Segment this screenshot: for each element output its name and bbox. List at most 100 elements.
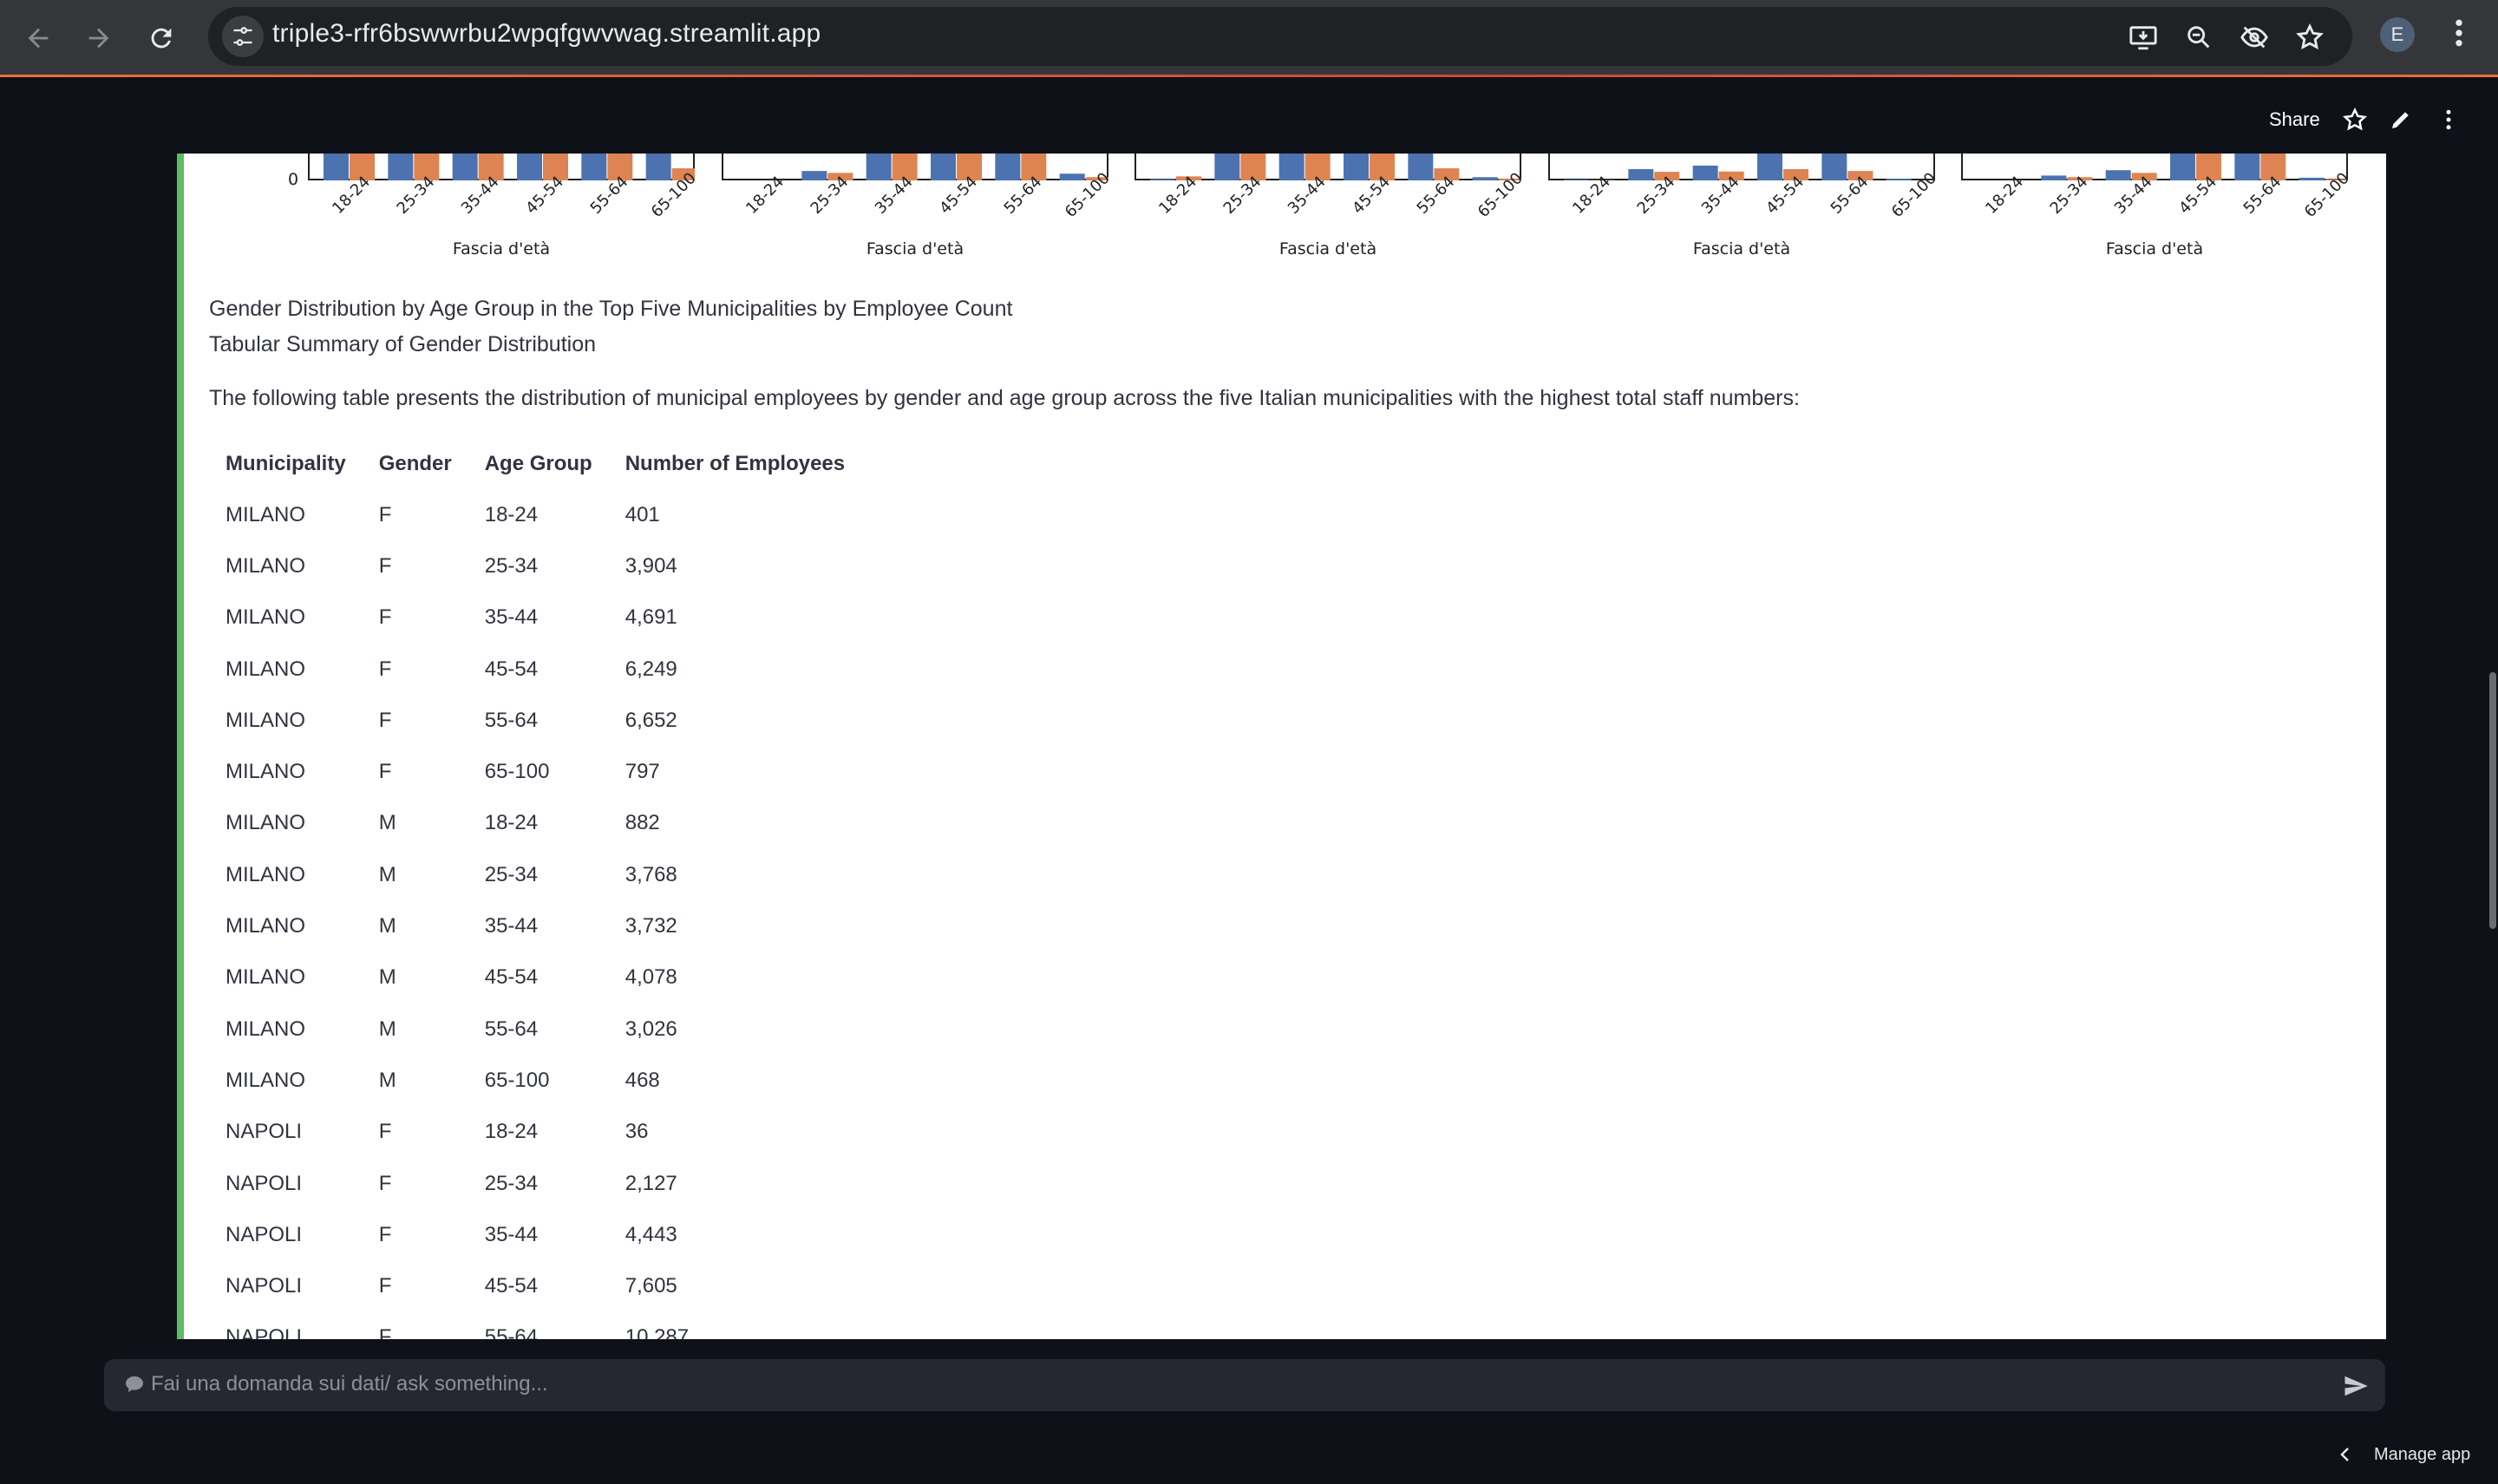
bar-series-a: [388, 154, 414, 180]
eye-off-icon[interactable]: [2240, 23, 2269, 52]
bar-series-a: [931, 154, 956, 180]
edit-pencil-icon[interactable]: [2388, 107, 2414, 133]
send-icon[interactable]: [2342, 1373, 2370, 1399]
section-subheading: Tabular Summary of Gender Distribution: [209, 332, 597, 356]
table-header-row: Municipality Gender Age Group Number of …: [209, 438, 861, 489]
table-cell: 35-44: [484, 605, 539, 630]
bar-series-a: [1821, 154, 1847, 180]
x-axis-label: Fascia d'età: [1278, 239, 1377, 258]
table-row: NAPOLI F 35-44 4,443: [209, 1209, 861, 1260]
chart-bars: 18-24 25-34 35-44 45-54 55-64 65-100: [1564, 154, 1935, 221]
table-row: MILANO F 18-24 401: [209, 489, 861, 540]
table-cell: NAPOLI: [226, 1171, 303, 1195]
table-cell: MILANO: [226, 605, 306, 630]
speech-bubble-icon: [126, 1376, 143, 1393]
chart-bars: 18-24 25-34 35-44 45-54 55-64 65-100: [1150, 154, 1521, 221]
x-tick-label: 18-24: [1982, 173, 2027, 218]
card-accent-bar: [177, 154, 184, 1339]
table-cell: 10,287: [624, 1325, 690, 1339]
bar-series-a: [1344, 154, 1369, 180]
install-app-icon[interactable]: [2129, 23, 2158, 52]
bar-series-a: [645, 154, 671, 180]
profile-avatar[interactable]: E: [2380, 17, 2415, 52]
y-tick-zero: 0: [288, 170, 299, 189]
back-button[interactable]: [16, 16, 61, 61]
table-cell: MILANO: [226, 708, 306, 732]
manage-app-button[interactable]: Manage app: [2374, 1445, 2470, 1465]
table-row: MILANO F 25-34 3,904: [209, 540, 861, 592]
table-cell: 882: [624, 811, 660, 835]
table-cell: F: [378, 657, 392, 681]
table-cell: F: [378, 502, 392, 526]
bar-series-a: [324, 154, 349, 180]
share-button[interactable]: Share: [2269, 108, 2320, 131]
reload-button[interactable]: [139, 16, 184, 61]
arrow-right-icon: [88, 28, 109, 49]
table-cell: M: [378, 965, 396, 990]
star-icon[interactable]: [2342, 107, 2368, 133]
browser-menu-icon[interactable]: [2446, 16, 2472, 50]
table-cell: 3,026: [624, 1017, 677, 1041]
table-row: NAPOLI F 45-54 7,605: [209, 1260, 861, 1311]
intro-paragraph: The following table presents the distrib…: [209, 386, 1800, 410]
forward-button[interactable]: [76, 16, 121, 61]
browser-toolbar: triple3-rfr6bswwrbu2wpqfgwvwag.streamlit…: [0, 0, 2498, 76]
x-tick-label: 65-100: [1475, 169, 1521, 221]
url-text[interactable]: triple3-rfr6bswwrbu2wpqfgwvwag.streamlit…: [272, 19, 821, 49]
table-cell: MILANO: [226, 502, 306, 526]
table-cell: 3,904: [624, 553, 677, 578]
table-row: NAPOLI F 18-24 36: [209, 1107, 861, 1158]
table-cell: F: [378, 1222, 392, 1246]
table-cell: F: [378, 1274, 392, 1298]
x-axis-label: Fascia d'età: [452, 239, 551, 258]
table-row: NAPOLI F 55-64 10,287: [209, 1312, 861, 1339]
table-cell: F: [378, 1171, 392, 1195]
bookmark-star-icon[interactable]: [2295, 23, 2325, 52]
bar-series-a: [2105, 170, 2131, 180]
table-cell: 4,691: [624, 605, 677, 630]
scrollbar-thumb[interactable]: [2489, 672, 2496, 929]
table-cell: NAPOLI: [226, 1222, 303, 1246]
table-cell: F: [378, 760, 392, 784]
bar-series-a: [1214, 154, 1240, 180]
column-header: Municipality: [226, 451, 346, 475]
table-cell: 7,605: [624, 1274, 677, 1298]
table-cell: 6,652: [624, 708, 677, 732]
table-row: MILANO M 65-100 468: [209, 1055, 861, 1106]
chevron-left-icon[interactable]: [2335, 1444, 2356, 1465]
zoom-icon[interactable]: [2184, 23, 2214, 52]
table-cell: NAPOLI: [226, 1325, 303, 1339]
table-cell: 2,127: [624, 1171, 677, 1195]
table-cell: 35-44: [484, 914, 539, 938]
app-menu-icon[interactable]: [2436, 107, 2462, 133]
table-cell: 25-34: [484, 1171, 539, 1195]
table-cell: MILANO: [226, 657, 306, 681]
table-cell: 468: [624, 1068, 660, 1092]
bar-series-a: [1628, 168, 1654, 180]
bar-series-a: [801, 171, 827, 180]
table-cell: 35-44: [484, 1222, 539, 1246]
table-cell: 55-64: [484, 1325, 539, 1339]
chat-input[interactable]: Fai una domanda sui dati/ ask something.…: [104, 1359, 2385, 1411]
table-cell: MILANO: [226, 811, 306, 835]
bar-chart-panel: 18-24 25-34 35-44 45-54 55-64 65-100 Fascia d'…: [1135, 154, 1521, 284]
table-cell: 55-64: [484, 708, 539, 732]
bar-chart-panel: 18-24 25-34 35-44 45-54 55-64 65-100 Fascia d'…: [722, 154, 1108, 284]
table-cell: MILANO: [226, 1017, 306, 1041]
gender-distribution-table: Municipality Gender Age Group Number of …: [209, 438, 861, 1340]
address-bar[interactable]: triple3-rfr6bswwrbu2wpqfgwvwag.streamlit…: [208, 7, 2352, 66]
table-cell: MILANO: [226, 965, 306, 990]
bar-series-a: [1886, 179, 1912, 180]
site-info-button[interactable]: [222, 16, 264, 57]
table-row: MILANO M 55-64 3,026: [209, 1003, 861, 1055]
bar-series-a: [1757, 154, 1782, 180]
chart-bars: 18-24 25-34 35-44 45-54 55-64 65-100: [1982, 154, 2348, 221]
table-cell: F: [378, 605, 392, 630]
table-cell: 3,732: [624, 914, 677, 938]
table-row: MILANO M 18-24 882: [209, 798, 861, 849]
table-cell: M: [378, 1068, 396, 1092]
bar-series-a: [1692, 165, 1718, 180]
table-cell: 797: [624, 760, 660, 784]
column-header: Age Group: [484, 451, 592, 475]
bar-series-a: [2041, 175, 2067, 180]
